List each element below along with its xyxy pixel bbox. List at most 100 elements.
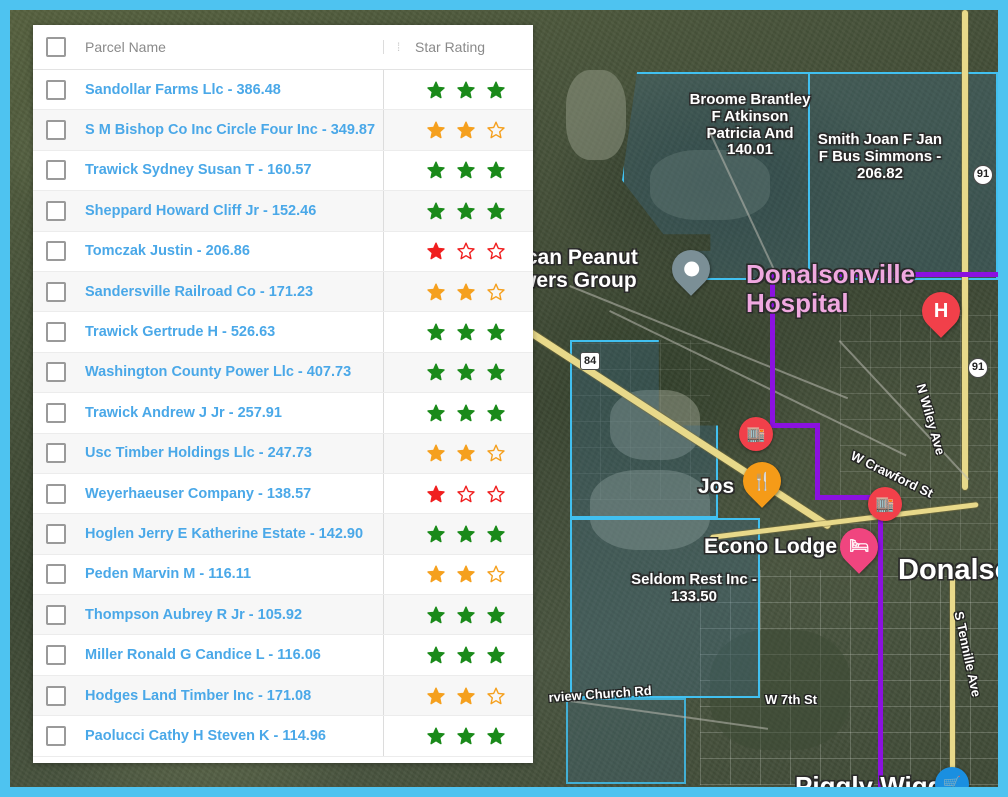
table-row[interactable]: S M Bishop Co Inc Circle Four Inc - 349.…: [33, 110, 533, 151]
star-empty-icon[interactable]: [487, 121, 505, 139]
star-rating[interactable]: [413, 565, 533, 583]
table-row[interactable]: Trawick Gertrude H - 526.63: [33, 312, 533, 353]
row-checkbox[interactable]: [46, 645, 66, 666]
parcel-name-link[interactable]: Weyerhaeuser Company - 138.57: [79, 486, 383, 502]
star-rating[interactable]: [413, 121, 533, 139]
star-filled-icon[interactable]: [487, 646, 505, 664]
star-empty-icon[interactable]: [487, 242, 505, 260]
table-row[interactable]: Washington County Power Llc - 407.73: [33, 352, 533, 394]
row-checkbox[interactable]: [46, 160, 66, 181]
table-row[interactable]: Miller Ronald G Candice L - 116.06: [33, 635, 533, 676]
star-filled-icon[interactable]: [457, 727, 475, 745]
star-rating[interactable]: [413, 727, 533, 745]
parcel-name-link[interactable]: Paolucci Cathy H Steven K - 114.96: [79, 728, 383, 744]
star-filled-icon[interactable]: [427, 727, 445, 745]
parcel-name-link[interactable]: Sheppard Howard Cliff Jr - 152.46: [79, 203, 383, 219]
row-checkbox[interactable]: [46, 120, 66, 141]
star-filled-icon[interactable]: [487, 727, 505, 745]
star-rating[interactable]: [413, 242, 533, 260]
star-filled-icon[interactable]: [457, 283, 475, 301]
star-filled-icon[interactable]: [457, 81, 475, 99]
parcel-name-link[interactable]: Hodges Land Timber Inc - 171.08: [79, 688, 383, 704]
parcel-list-rows[interactable]: Sandollar Farms Llc - 386.48 S M Bishop C…: [33, 70, 533, 763]
building-marker-icon[interactable]: 🏬: [868, 487, 902, 521]
star-filled-icon[interactable]: [457, 323, 475, 341]
select-all-checkbox[interactable]: [46, 37, 66, 57]
star-rating[interactable]: [413, 283, 533, 301]
star-filled-icon[interactable]: [427, 646, 445, 664]
row-checkbox[interactable]: [46, 725, 66, 746]
row-checkbox[interactable]: [46, 200, 66, 221]
star-filled-icon[interactable]: [457, 565, 475, 583]
row-checkbox[interactable]: [46, 322, 66, 343]
star-filled-icon[interactable]: [427, 161, 445, 179]
parcel-name-link[interactable]: Trawick Sydney Susan T - 160.57: [79, 162, 383, 178]
star-filled-icon[interactable]: [457, 404, 475, 422]
star-filled-icon[interactable]: [427, 121, 445, 139]
parcel-name-link[interactable]: Trawick Gertrude H - 526.63: [79, 324, 383, 340]
star-filled-icon[interactable]: [457, 444, 475, 462]
row-checkbox[interactable]: [46, 362, 66, 383]
table-row[interactable]: Tomczak Justin - 206.86: [33, 231, 533, 272]
star-filled-icon[interactable]: [427, 404, 445, 422]
parcel-name-link[interactable]: Hoglen Jerry E Katherine Estate - 142.90: [79, 526, 383, 542]
star-filled-icon[interactable]: [487, 404, 505, 422]
star-rating[interactable]: [413, 444, 533, 462]
star-filled-icon[interactable]: [457, 161, 475, 179]
star-filled-icon[interactable]: [457, 525, 475, 543]
star-filled-icon[interactable]: [457, 121, 475, 139]
star-rating[interactable]: [413, 202, 533, 220]
column-header-star-rating[interactable]: Star Rating: [413, 39, 533, 55]
parcel-name-link[interactable]: Washington County Power Llc - 407.73: [79, 364, 383, 380]
table-row[interactable]: Hoglen Jerry E Katherine Estate - 142.90: [33, 514, 533, 555]
parcel-name-link[interactable]: S M Bishop Co Inc Circle Four Inc - 349.…: [79, 122, 383, 138]
star-rating[interactable]: [413, 646, 533, 664]
parcel-name-link[interactable]: Trawick Andrew J Jr - 257.91: [79, 405, 383, 421]
star-rating[interactable]: [413, 161, 533, 179]
row-checkbox[interactable]: [46, 523, 66, 544]
row-checkbox[interactable]: [46, 685, 66, 706]
star-filled-icon[interactable]: [457, 687, 475, 705]
star-filled-icon[interactable]: [427, 565, 445, 583]
star-rating[interactable]: [413, 363, 533, 381]
star-filled-icon[interactable]: [427, 606, 445, 624]
star-filled-icon[interactable]: [487, 202, 505, 220]
table-row[interactable]: Sandersville Railroad Co - 171.23: [33, 271, 533, 313]
table-row[interactable]: Peden Marvin M - 116.11: [33, 554, 533, 596]
star-rating[interactable]: [413, 606, 533, 624]
star-filled-icon[interactable]: [487, 81, 505, 99]
table-row[interactable]: Trawick Sydney Susan T - 160.57: [33, 150, 533, 192]
building-marker-icon[interactable]: 🏬: [739, 417, 773, 451]
table-row[interactable]: Trawick Andrew J Jr - 257.91: [33, 393, 533, 434]
table-row[interactable]: Hodges Land Timber Inc - 171.08: [33, 675, 533, 717]
parcel-name-link[interactable]: Usc Timber Holdings Llc - 247.73: [79, 445, 383, 461]
star-filled-icon[interactable]: [427, 202, 445, 220]
column-resize-grip[interactable]: ⁞: [383, 40, 413, 54]
star-filled-icon[interactable]: [487, 606, 505, 624]
star-empty-icon[interactable]: [457, 485, 475, 503]
star-filled-icon[interactable]: [457, 363, 475, 381]
parcel-polygon[interactable]: [566, 698, 686, 784]
parcel-name-link[interactable]: Sandersville Railroad Co - 171.23: [79, 284, 383, 300]
star-filled-icon[interactable]: [487, 525, 505, 543]
star-rating[interactable]: [413, 404, 533, 422]
row-checkbox[interactable]: [46, 564, 66, 585]
table-row[interactable]: Sheppard Howard Cliff Jr - 152.46: [33, 191, 533, 232]
star-filled-icon[interactable]: [427, 485, 445, 503]
star-filled-icon[interactable]: [427, 444, 445, 462]
star-filled-icon[interactable]: [427, 525, 445, 543]
star-empty-icon[interactable]: [487, 485, 505, 503]
row-checkbox[interactable]: [46, 402, 66, 423]
column-header-parcel-name[interactable]: Parcel Name: [79, 39, 383, 55]
star-rating[interactable]: [413, 525, 533, 543]
star-filled-icon[interactable]: [427, 242, 445, 260]
parcel-name-link[interactable]: Peden Marvin M - 116.11: [79, 566, 383, 582]
star-rating[interactable]: [413, 81, 533, 99]
row-checkbox[interactable]: [46, 79, 66, 100]
star-empty-icon[interactable]: [487, 687, 505, 705]
star-filled-icon[interactable]: [457, 606, 475, 624]
row-checkbox[interactable]: [46, 281, 66, 302]
parcel-list-panel[interactable]: Parcel Name ⁞ Star Rating Sandollar Farm…: [33, 25, 533, 763]
star-filled-icon[interactable]: [487, 363, 505, 381]
parcel-polygon[interactable]: [808, 72, 998, 280]
